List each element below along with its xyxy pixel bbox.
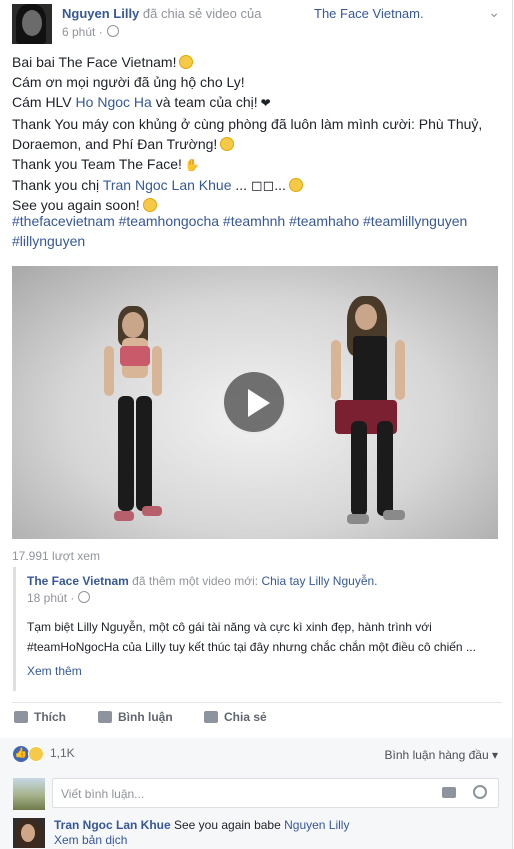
post-line: Doraemon, and Phí Đan Trường! <box>12 134 502 154</box>
post-line: Cám HLV Ho Ngoc Ha và team của chị! ❤ <box>12 94 271 111</box>
comment-placeholder: Viết bình luận... <box>61 787 145 801</box>
share-button[interactable]: Chia sẻ <box>204 710 267 724</box>
shared-body-line: #teamHoNgocHa của Lilly tuy kết thúc tại… <box>27 640 476 654</box>
chevron-down-icon[interactable]: ⌄ <box>488 4 500 21</box>
emoji-picker-icon[interactable] <box>473 785 487 799</box>
time-label[interactable]: 6 phút · <box>62 25 103 39</box>
hashtag-line[interactable]: #lillynguyen <box>12 231 502 251</box>
post-line: Thank you chị Tran Ngoc Lan Khue ... ◻◻.… <box>12 175 502 195</box>
shared-action: đã thêm một video mới: <box>132 574 259 588</box>
post-header: Nguyen Lilly đã chia sẻ video của <box>62 6 261 21</box>
comment-mention[interactable]: Nguyen Lilly <box>284 818 349 832</box>
hashtag-line[interactable]: #thefacevietnam #teamhongocha #teamhnh #… <box>12 211 502 231</box>
kiss-emoji-icon <box>220 136 235 151</box>
like-reaction-icon[interactable]: 👍 <box>13 746 29 762</box>
comments-section: Viết bình luận... Tran Ngoc Lan Khue See… <box>0 772 512 849</box>
feed-post: Nguyen Lilly đã chia sẻ video của The Fa… <box>0 0 513 849</box>
shared-from-link[interactable]: The Face Vietnam. <box>314 6 424 21</box>
comment-bubble-icon <box>98 711 112 723</box>
comment-button[interactable]: Bình luận <box>98 710 173 724</box>
author-name[interactable]: Nguyen Lilly <box>62 6 139 21</box>
sad-reaction-icon[interactable] <box>28 746 44 762</box>
comment-input[interactable]: Viết bình luận... <box>52 778 499 808</box>
reactions-bar: 👍 1,1K Bình luận hàng đầu ▾ <box>0 738 512 772</box>
post-line: Thank you Team The Face! ✋ <box>12 156 200 173</box>
play-icon[interactable] <box>222 370 286 434</box>
globe-icon <box>106 25 119 37</box>
commenter-avatar[interactable] <box>13 818 45 848</box>
action-bar: Thích Bình luận Chia sẻ <box>12 710 502 730</box>
commenter-name[interactable]: Tran Ngoc Lan Khue <box>54 818 171 832</box>
post-line: Bai bai The Face Vietnam! <box>12 52 502 72</box>
like-button[interactable]: Thích <box>14 710 66 724</box>
translate-link[interactable]: Xem bản dịch <box>54 833 127 847</box>
shared-page-name[interactable]: The Face Vietnam <box>27 574 129 588</box>
hearts-emoji-icon: ❤ <box>260 96 271 111</box>
smile-emoji-icon <box>179 55 194 69</box>
wave-hand-icon: ✋ <box>184 158 200 173</box>
post-line: Cám ơn mọi người đã ủng hộ cho Ly! <box>12 74 245 91</box>
comment-text: See you again babe Nguyen Lilly <box>174 818 350 832</box>
viewer-avatar[interactable] <box>13 778 45 810</box>
shared-post: The Face Vietnam đã thêm một video mới: … <box>13 567 504 691</box>
post-message: Bai bai The Face Vietnam! Cám ơn mọi ngư… <box>12 52 502 216</box>
post-line: Thank You máy con khủng ở cùng phòng đã … <box>12 115 483 132</box>
shared-time-label[interactable]: 18 phút · <box>27 591 74 605</box>
thumbs-up-icon <box>14 711 28 723</box>
hashtags[interactable]: #thefacevietnam #teamhongocha #teamhnh #… <box>12 211 502 251</box>
like-label: Thích <box>34 710 66 724</box>
post-timestamp[interactable]: 6 phút · <box>62 25 119 39</box>
author-avatar[interactable] <box>12 4 52 44</box>
video-thumbnail-figure-left <box>92 306 182 526</box>
shared-body: Tạm biệt Lilly Nguyễn, một cô gái tài nă… <box>27 617 497 657</box>
camera-icon[interactable] <box>442 787 456 798</box>
view-count: 17.991 lượt xem <box>12 549 100 563</box>
reaction-count[interactable]: 1,1K <box>50 746 75 760</box>
mention-ho-ngoc-ha[interactable]: Ho Ngoc Ha <box>76 94 152 110</box>
shared-header: The Face Vietnam đã thêm một video mới: … <box>27 574 378 588</box>
shared-body-line: Tạm biệt Lilly Nguyễn, một cô gái tài nă… <box>27 620 432 634</box>
laugh-emoji-icon <box>288 178 303 193</box>
comment-sort-dropdown[interactable]: Bình luận hàng đầu ▾ <box>385 748 498 762</box>
share-label: Chia sẻ <box>224 710 267 724</box>
video-thumbnail-figure-right <box>317 296 427 531</box>
video-player[interactable] <box>12 266 498 539</box>
shared-video-title[interactable]: Chia tay Lilly Nguyễn. <box>261 574 377 588</box>
header-action: đã chia sẻ video của <box>142 6 262 21</box>
see-more-link[interactable]: Xem thêm <box>27 664 82 678</box>
comment-label: Bình luận <box>118 710 173 724</box>
divider <box>12 702 502 703</box>
mention-lan-khue[interactable]: Tran Ngoc Lan Khue <box>103 177 232 193</box>
shared-timestamp[interactable]: 18 phút · <box>27 591 91 605</box>
globe-icon <box>78 591 91 603</box>
share-arrow-icon <box>204 711 218 723</box>
